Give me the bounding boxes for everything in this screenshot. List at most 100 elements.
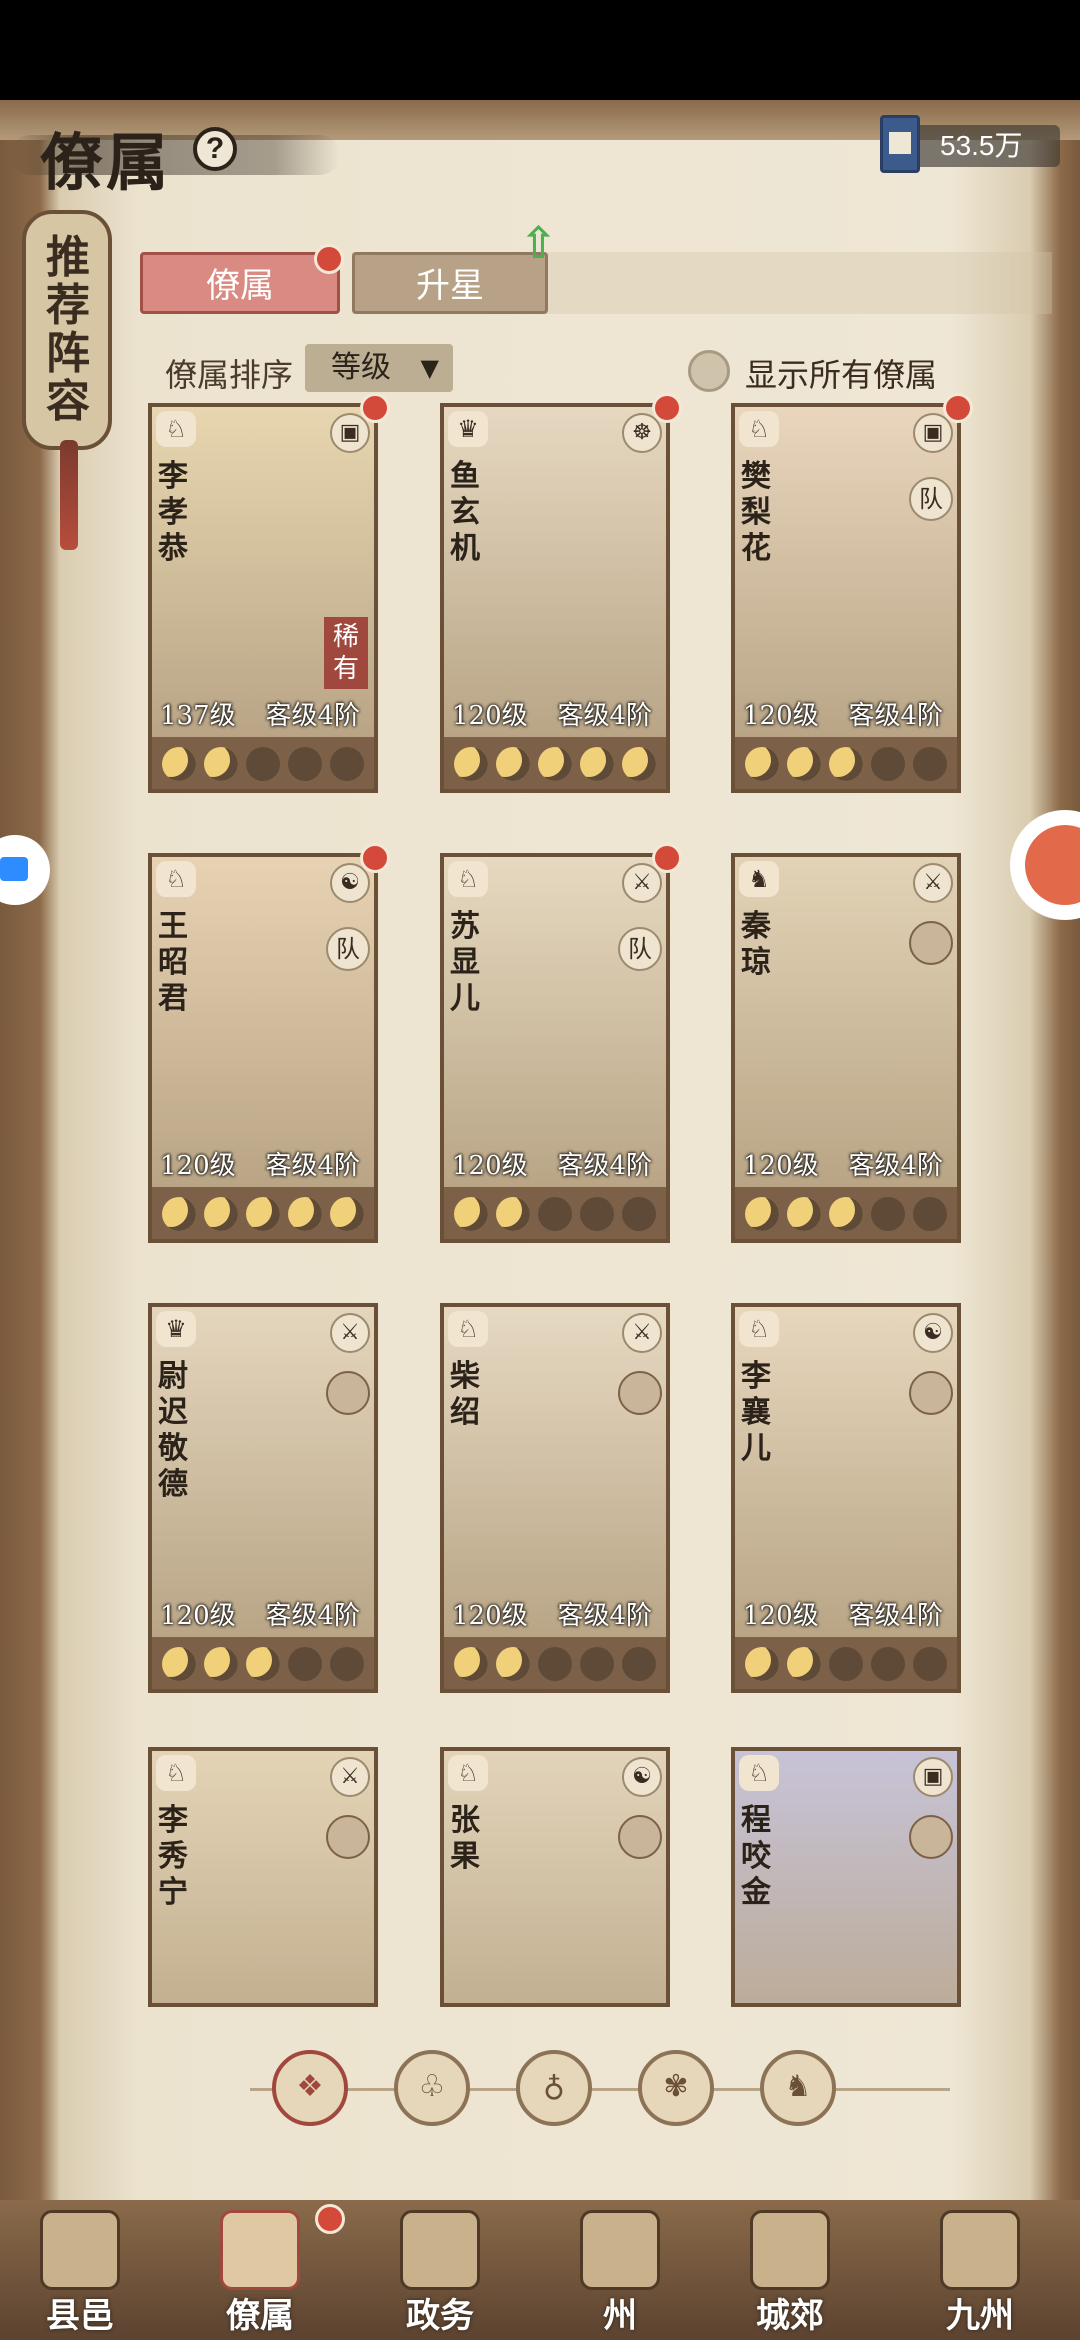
subordinate-card[interactable]: ♘ ☯ 李襄儿 120级 客级4阶 bbox=[731, 1303, 961, 1693]
subordinate-card[interactable]: ♘ ▣ 程咬金 bbox=[731, 1747, 961, 2007]
level-label: 120级 bbox=[452, 701, 528, 731]
class-icon: ♛ bbox=[156, 1311, 196, 1347]
team-badge: 队 bbox=[326, 927, 370, 971]
rank-label: 客级4阶 bbox=[265, 1151, 360, 1181]
partner-avatar bbox=[618, 1815, 662, 1859]
filter-fan-icon[interactable]: ✾ bbox=[638, 2050, 714, 2126]
role-icon: ☯ bbox=[622, 1757, 662, 1797]
scroll-icon bbox=[220, 2210, 300, 2290]
moon-filled-icon bbox=[162, 1197, 196, 1231]
filter-all-icon[interactable]: ❖ bbox=[272, 2050, 348, 2126]
nav-affairs[interactable]: 政务 bbox=[360, 2200, 520, 2340]
subordinate-card[interactable]: ♘ ⚔ 李秀宁 bbox=[148, 1747, 378, 2007]
subordinate-card[interactable]: ♘ ☯ 王昭君队 120级 客级4阶 bbox=[148, 853, 378, 1243]
nav-nine-states[interactable]: 九州 bbox=[900, 2200, 1060, 2340]
class-icon: ♘ bbox=[156, 861, 196, 897]
nav-town-label: 县邑 bbox=[46, 2296, 114, 2336]
moon-filled-icon bbox=[162, 747, 196, 781]
moon-filled-icon bbox=[454, 1647, 488, 1681]
tab-subordinates[interactable]: 僚属 bbox=[140, 252, 340, 314]
tassel-decoration bbox=[60, 440, 78, 550]
moon-rating bbox=[454, 1647, 664, 1681]
moon-filled-icon bbox=[745, 1647, 779, 1681]
level-label: 120级 bbox=[743, 1151, 819, 1181]
portrait-image bbox=[152, 857, 374, 1187]
moon-empty-icon bbox=[580, 1197, 614, 1231]
moon-filled-icon bbox=[204, 1647, 238, 1681]
moon-rating bbox=[745, 1647, 955, 1681]
moon-empty-icon bbox=[538, 1647, 572, 1681]
filter-bell-icon[interactable]: ♧ bbox=[394, 2050, 470, 2126]
nav-subordinates-label: 僚属 bbox=[226, 2296, 294, 2336]
moon-rating bbox=[745, 1197, 955, 1231]
rank-label: 客级4阶 bbox=[265, 701, 360, 731]
subordinate-card[interactable]: ♘ ⚔ 苏显儿队 120级 客级4阶 bbox=[440, 853, 670, 1243]
nav-affairs-label: 政务 bbox=[406, 2296, 474, 2336]
subordinate-card[interactable]: ♘ ⚔ 柴绍 120级 客级4阶 bbox=[440, 1303, 670, 1693]
subordinate-name: 樊梨花 bbox=[741, 459, 771, 566]
level-label: 120级 bbox=[452, 1601, 528, 1631]
subordinate-card[interactable]: ♘ ▣ 李孝恭 稀有 137级 客级4阶 bbox=[148, 403, 378, 793]
rank-label: 客级4阶 bbox=[265, 1601, 360, 1631]
card-notification-dot bbox=[360, 843, 390, 873]
question-icon[interactable]: ? bbox=[193, 127, 237, 171]
subordinate-card[interactable]: ♛ ⚔ 尉迟敬德 120级 客级4阶 bbox=[148, 1303, 378, 1693]
class-icon: ♘ bbox=[448, 861, 488, 897]
class-icon: ♘ bbox=[739, 1755, 779, 1791]
moon-filled-icon bbox=[787, 1197, 821, 1231]
nav-suburbs[interactable]: 城郊 bbox=[710, 2200, 870, 2340]
role-icon: ⚔ bbox=[330, 1757, 370, 1797]
rank-label: 客级4阶 bbox=[557, 701, 652, 731]
moon-empty-icon bbox=[829, 1647, 863, 1681]
partner-avatar bbox=[326, 1815, 370, 1859]
card-notification-dot bbox=[943, 393, 973, 423]
subordinate-card[interactable]: ♘ ☯ 张果 bbox=[440, 1747, 670, 2007]
subordinate-name: 李秀宁 bbox=[158, 1803, 188, 1910]
currency-display[interactable]: 53.5万 bbox=[880, 115, 1060, 173]
nav-town[interactable]: 县邑 bbox=[0, 2200, 160, 2340]
level-label: 120级 bbox=[743, 701, 819, 731]
moon-empty-icon bbox=[246, 747, 280, 781]
subordinate-name: 鱼玄机 bbox=[450, 459, 480, 566]
moon-filled-icon bbox=[246, 1197, 280, 1231]
moon-filled-icon bbox=[204, 1197, 238, 1231]
moon-empty-icon bbox=[622, 1197, 656, 1231]
rarity-badge: 稀有 bbox=[324, 617, 368, 689]
subordinate-card[interactable]: ♛ ☸ 鱼玄机 120级 客级4阶 bbox=[440, 403, 670, 793]
moon-empty-icon bbox=[871, 747, 905, 781]
recommended-lineup-button[interactable]: 推荐阵容 bbox=[22, 210, 112, 450]
moon-filled-icon bbox=[787, 1647, 821, 1681]
tab-star-up[interactable]: 升星 bbox=[352, 252, 548, 314]
class-icon: ♛ bbox=[448, 411, 488, 447]
filter-gourd-icon[interactable]: ♁ bbox=[516, 2050, 592, 2126]
role-icon: ☯ bbox=[913, 1313, 953, 1353]
filter-horse-icon[interactable]: ♞ bbox=[760, 2050, 836, 2126]
subordinate-card[interactable]: ♞ ⚔ 秦琼 120级 客级4阶 bbox=[731, 853, 961, 1243]
portrait-image bbox=[444, 407, 666, 737]
class-icon: ♘ bbox=[448, 1311, 488, 1347]
subordinate-name: 尉迟敬德 bbox=[158, 1359, 188, 1502]
moon-filled-icon bbox=[829, 747, 863, 781]
subordinate-name: 王昭君 bbox=[158, 909, 188, 1016]
moon-rating bbox=[454, 747, 664, 781]
partner-avatar bbox=[618, 1371, 662, 1415]
nav-subordinates[interactable]: 僚属 bbox=[180, 2200, 345, 2340]
sort-label: 僚属排序 bbox=[165, 356, 294, 394]
level-label: 137级 bbox=[160, 701, 236, 731]
level-label: 120级 bbox=[160, 1151, 236, 1181]
map-icon bbox=[940, 2210, 1020, 2290]
rank-label: 客级4阶 bbox=[848, 1151, 943, 1181]
role-icon: ⚔ bbox=[913, 863, 953, 903]
subordinate-card[interactable]: ♘ ▣ 樊梨花队 120级 客级4阶 bbox=[731, 403, 961, 793]
partner-avatar bbox=[909, 1815, 953, 1859]
sort-dropdown[interactable]: 等级 ▼ bbox=[305, 344, 453, 392]
team-badge: 队 bbox=[618, 927, 662, 971]
moon-filled-icon bbox=[580, 747, 614, 781]
moon-rating bbox=[454, 1197, 664, 1231]
nav-state[interactable]: 州 bbox=[540, 2200, 700, 2340]
moon-empty-icon bbox=[913, 1197, 947, 1231]
moon-empty-icon bbox=[871, 1197, 905, 1231]
show-all-checkbox[interactable] bbox=[688, 350, 730, 392]
moon-filled-icon bbox=[204, 747, 238, 781]
filter-divider bbox=[250, 2088, 950, 2091]
